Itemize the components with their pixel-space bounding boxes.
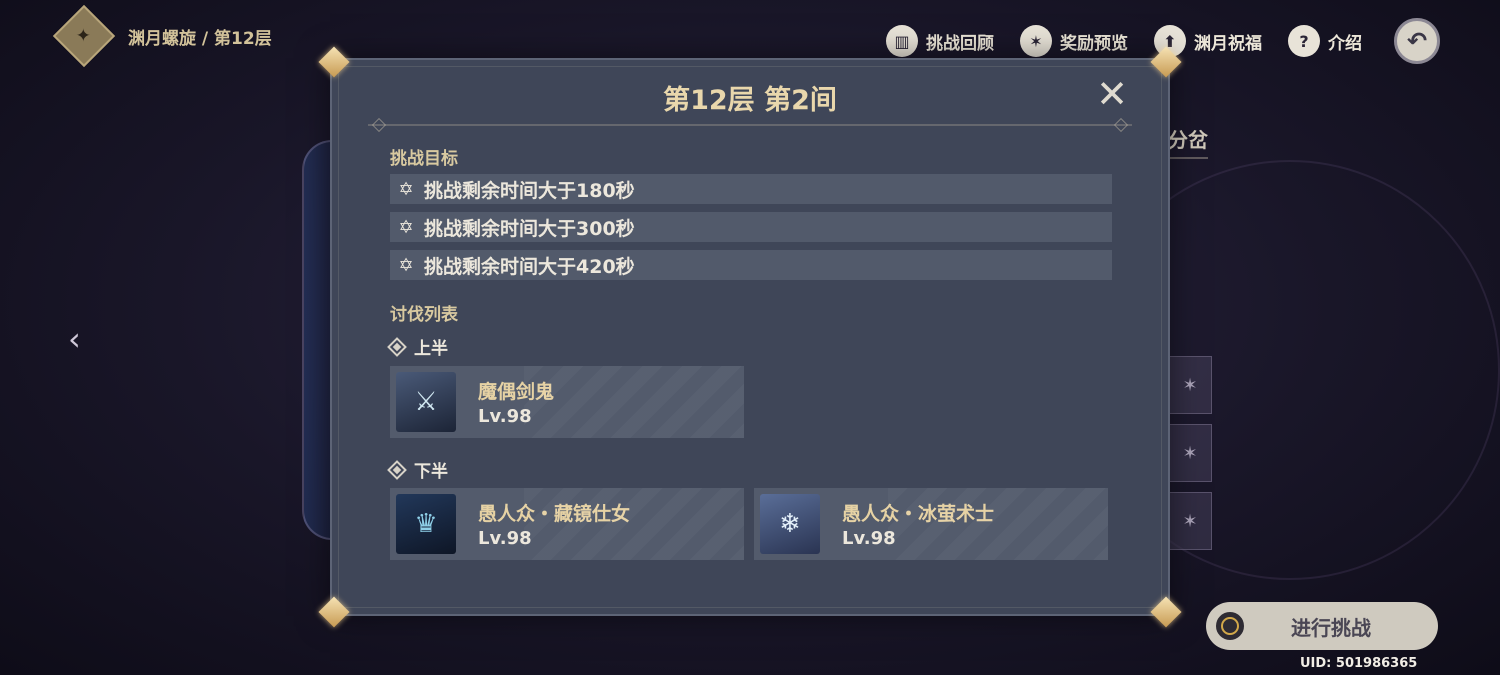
chamber-detail-dialog: 第12层 第2间 ✕ 挑战目标 ✡ 挑战剩余时间大于180秒 ✡ 挑战剩余时间大… [318,46,1182,628]
top-left-bar: ✦ 渊月螺旋 / 第12层 [52,4,272,68]
objective-text: 挑战剩余时间大于300秒 [424,217,635,240]
intro-button[interactable]: ? 介绍 [1288,25,1362,57]
challenge-review-label: 挑战回顾 [926,33,994,54]
enemy-list-heading: 讨伐列表 [390,305,458,325]
second-half-heading: 下半 [387,457,448,482]
objectives-heading: 挑战目标 [390,149,458,169]
background-star-slot: ✶ [1168,424,1212,482]
enemy-info: 魔偶剑鬼 Lv.98 [478,377,554,427]
enemy-card[interactable]: ⚔ 魔偶剑鬼 Lv.98 [390,366,744,438]
challenge-review-button[interactable]: ▥ 挑战回顾 [886,25,994,57]
enemy-level: Lv.98 [478,528,532,549]
star-icon: ✡ [398,216,414,238]
second-half-label: 下半 [414,462,448,482]
enemy-card[interactable]: ❄ 愚人众・冰萤术士 Lv.98 [754,488,1108,560]
reward-preview-label: 奖励预览 [1060,33,1128,54]
background-branch-label: 分岔 [1168,124,1208,159]
enemy-portrait: ⚔ [396,372,456,432]
help-icon: ? [1288,25,1320,57]
intro-label: 介绍 [1328,33,1362,54]
enemy-portrait: ♛ [396,494,456,554]
book-icon: ▥ [886,25,918,57]
enemy-info: 愚人众・冰萤术士 Lv.98 [842,499,994,549]
objective-text: 挑战剩余时间大于180秒 [424,179,635,202]
objective-row: ✡ 挑战剩余时间大于420秒 [390,250,1112,280]
reward-preview-button[interactable]: ✶ 奖励预览 [1020,25,1128,57]
enemy-name: 愚人众・冰萤术士 [842,503,995,525]
back-icon[interactable]: ↶ [1394,18,1440,64]
star-icon: ✡ [398,178,414,200]
diamond-icon [387,459,407,480]
diamond-icon [387,336,407,357]
title-divider [368,124,1132,126]
circle-icon [1216,612,1244,640]
blessing-label: 渊月祝福 [1194,33,1262,54]
objective-row: ✡ 挑战剩余时间大于180秒 [390,174,1112,204]
enemy-level: Lv.98 [842,528,896,549]
star-icon: ✡ [398,254,414,276]
objective-row: ✡ 挑战剩余时间大于300秒 [390,212,1112,242]
start-challenge-button[interactable]: 进行挑战 [1206,602,1438,650]
enemy-level: Lv.98 [478,406,532,427]
star-icon: ✶ [1020,25,1052,57]
background-star-slot: ✶ [1168,492,1212,550]
first-half-label: 上半 [414,339,448,359]
enemy-card[interactable]: ♛ 愚人众・藏镜仕女 Lv.98 [390,488,744,560]
dialog-title: 第12层 第2间 [663,85,837,116]
enemy-portrait: ❄ [760,494,820,554]
enemy-info: 愚人众・藏镜仕女 Lv.98 [478,499,630,549]
background-star-slot: ✶ [1168,356,1212,414]
breadcrumb: 渊月螺旋 / 第12层 [128,28,272,49]
close-icon[interactable]: ✕ [1092,74,1132,114]
enemy-name: 魔偶剑鬼 [478,381,555,403]
spiral-abyss-logo-icon: ✦ [52,4,116,68]
start-challenge-label: 进行挑战 [1291,615,1371,640]
enemy-name: 愚人众・藏镜仕女 [478,503,631,525]
objective-text: 挑战剩余时间大于420秒 [424,255,635,278]
chevron-left-icon[interactable]: ‹ [68,320,81,358]
uid-text: UID: 501986365 [1300,656,1418,671]
first-half-heading: 上半 [387,334,448,359]
